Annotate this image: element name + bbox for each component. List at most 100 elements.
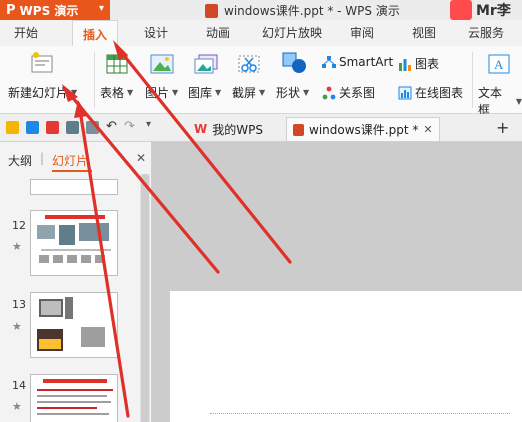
chevron-down-icon: ▼ [71,88,78,97]
smartart-icon [322,56,336,68]
svg-text:A: A [494,57,504,72]
user-name: Mr李 [476,3,511,19]
new-slide-button[interactable]: 新建幻灯片 ▼ [8,84,77,101]
tab-slides[interactable]: 幻灯片 [52,152,88,169]
slides-panel: 大纲 | 幻灯片 ✕ 12 ★ 13 ★ 14 ★ [0,142,152,422]
table-icon[interactable] [106,54,128,74]
gallery-button[interactable]: 图库 ▼ [188,84,221,101]
picture-button[interactable]: 图片 ▼ [145,84,178,101]
chart-button[interactable]: 图表 [398,55,439,72]
slide-number: 14 [12,379,26,392]
star-icon[interactable]: ★ [12,400,22,413]
user-account[interactable]: Mr李 [450,0,511,20]
new-slide-label: 新建幻灯片 [8,86,69,100]
chevron-down-icon: ▼ [515,96,522,106]
tab-cloud[interactable]: 云服务 [468,24,504,41]
new-slide-icon[interactable] [30,52,54,74]
star-icon[interactable]: ★ [12,240,22,253]
print-icon[interactable] [66,121,79,134]
redo-icon[interactable]: ↷ [124,119,135,134]
slide-editor-canvas[interactable] [152,142,522,422]
panel-scrollbar[interactable] [140,174,150,422]
close-icon[interactable]: ✕ [423,123,432,136]
active-tab-underline [52,170,92,172]
shapes-icon[interactable] [282,52,308,74]
tab-home[interactable]: 开始 [14,24,38,41]
ppt-file-icon [205,3,218,18]
bar-chart-icon [399,58,411,71]
close-icon[interactable]: ✕ [136,151,146,165]
window-title-text: windows课件.ppt * - WPS 演示 [224,4,400,18]
gallery-label: 图库 [188,86,213,100]
relation-chart-button[interactable]: 关系图 [322,84,375,101]
text-placeholder[interactable] [210,413,510,414]
undo-icon[interactable]: ↶ [106,119,117,134]
add-tab-icon[interactable]: + [496,118,509,137]
textbox-icon[interactable]: A [488,54,510,74]
tab-outline[interactable]: 大纲 [8,152,32,169]
chevron-down-icon: ▼ [127,88,134,97]
picture-label: 图片 [145,86,170,100]
slide-thumbnail-14[interactable] [30,374,118,422]
shapes-label: 形状 [276,86,301,100]
textbox-button[interactable]: 文本框 ▼ [478,84,522,118]
tab-design[interactable]: 设计 [144,24,168,41]
print-preview-icon[interactable] [86,121,99,134]
tab-my-wps-label: 我的WPS [212,122,263,137]
smartart-button[interactable]: SmartArt [322,55,393,69]
star-icon[interactable]: ★ [12,320,22,333]
gallery-icon[interactable] [194,54,218,74]
tab-insert[interactable]: 插入 [72,20,119,46]
online-chart-label: 在线图表 [415,86,464,100]
picture-icon[interactable] [150,54,174,74]
chevron-down-icon: ▼ [303,88,310,97]
slide-number: 12 [12,219,26,232]
wps-home-icon: W [194,122,208,136]
screenshot-button[interactable]: 截屏 ▼ [232,84,265,101]
slide-thumbnail-12[interactable] [30,210,118,276]
slide-number: 13 [12,298,26,311]
save-icon[interactable] [26,121,39,134]
smartart-label: SmartArt [339,55,394,69]
scrollbar-thumb[interactable] [141,174,149,422]
table-label: 表格 [100,86,125,100]
quick-access-toolbar: ↶ ↷ ▾ W 我的WPS windows课件.ppt * ✕ + [0,114,522,142]
app-name: WPS 演示 [19,3,79,18]
export-pdf-icon[interactable] [46,121,59,134]
chevron-down-icon: ▼ [259,88,266,97]
tab-slideshow[interactable]: 幻灯片放映 [262,24,322,41]
slide-thumbnail-11[interactable] [30,179,118,195]
tab-animation[interactable]: 动画 [206,24,230,41]
tab-document-label: windows课件.ppt * [309,123,419,137]
title-bar: P WPS 演示 ▾ windows课件.ppt * - WPS 演示 Mr李 [0,0,522,20]
online-chart-button[interactable]: 在线图表 [398,84,463,101]
chevron-down-icon: ▼ [172,88,179,97]
customize-toolbar-icon[interactable]: ▾ [146,119,151,130]
ppt-file-icon [293,123,304,136]
online-chart-icon [398,86,412,99]
ribbon-divider [94,52,95,108]
textbox-label: 文本框 [478,86,503,117]
tab-view[interactable]: 视图 [412,24,436,41]
tab-my-wps[interactable]: W 我的WPS [188,117,269,141]
ribbon-divider [472,52,473,108]
app-menu-button[interactable]: P WPS 演示 ▾ [0,0,110,20]
ribbon-insert: 新建幻灯片 ▼ 表格 ▼ 图片 ▼ 图库 ▼ 截屏 ▼ 形状 ▼ SmartAr… [0,46,522,117]
tab-divider: | [40,151,45,165]
table-button[interactable]: 表格 ▼ [100,84,133,101]
tab-review[interactable]: 审阅 [350,24,374,41]
tab-document[interactable]: windows课件.ppt * ✕ [286,117,440,141]
avatar [450,0,472,20]
panel-tabs: 大纲 | 幻灯片 ✕ [0,142,152,172]
chart-label: 图表 [415,57,440,71]
shapes-button[interactable]: 形状 ▼ [276,84,309,101]
ribbon-tab-bar: 开始 插入 设计 动画 幻灯片放映 审阅 视图 云服务 [0,20,522,46]
open-folder-icon[interactable] [6,121,19,134]
chevron-down-icon: ▼ [215,88,222,97]
window-title: windows课件.ppt * - WPS 演示 [205,2,400,19]
chevron-down-icon: ▾ [98,3,104,14]
current-slide[interactable] [170,291,522,422]
scissors-icon[interactable] [238,54,260,74]
slide-thumbnail-13[interactable] [30,292,118,358]
wps-logo-icon: P [6,2,16,18]
